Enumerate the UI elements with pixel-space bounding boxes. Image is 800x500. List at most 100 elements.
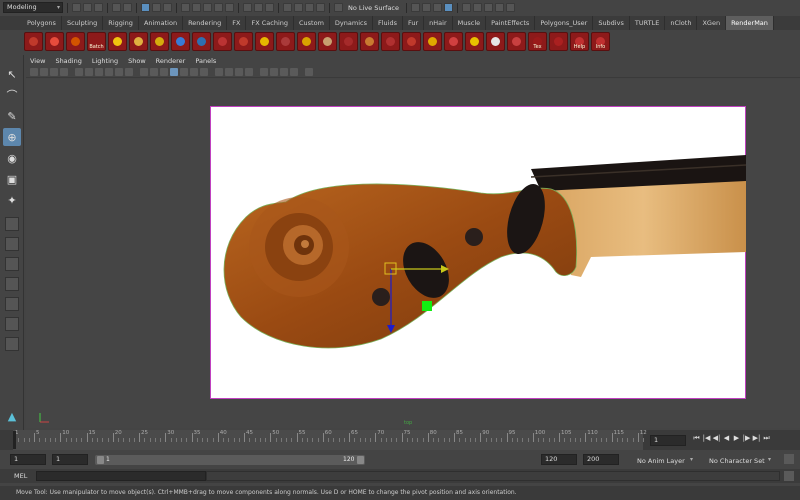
anim-layer-dropdown[interactable]: No Anim Layer bbox=[637, 457, 685, 465]
batch-render-icon[interactable]: Batch bbox=[87, 31, 106, 51]
snap-point-icon[interactable] bbox=[203, 3, 212, 12]
shadows-icon[interactable] bbox=[200, 67, 208, 76]
image-plane-icon[interactable] bbox=[60, 67, 68, 76]
shelf-tab-animation[interactable]: Animation bbox=[139, 16, 184, 30]
textured-icon[interactable] bbox=[180, 67, 188, 76]
flip-icon[interactable] bbox=[402, 31, 421, 51]
script-editor-icon[interactable] bbox=[784, 471, 794, 481]
field-chart-icon[interactable] bbox=[115, 67, 123, 76]
gamma-icon[interactable] bbox=[305, 67, 313, 76]
playback-start-field[interactable]: 1 bbox=[52, 454, 88, 465]
two-column-layout-icon[interactable] bbox=[5, 317, 19, 331]
play-backwards-icon[interactable]: ◀ bbox=[722, 434, 731, 443]
lasso-tool-icon[interactable]: ⌒ bbox=[3, 86, 21, 104]
render-settings-icon[interactable] bbox=[24, 31, 43, 51]
undo-icon[interactable] bbox=[112, 3, 121, 12]
play-forwards-icon[interactable]: ▶ bbox=[732, 434, 741, 443]
anim-layer-chevron-icon[interactable]: ▾ bbox=[690, 456, 693, 463]
blue-sphere-icon[interactable] bbox=[192, 31, 211, 51]
output-ops-icon[interactable] bbox=[254, 3, 263, 12]
character-set-dropdown[interactable]: No Character Set bbox=[709, 457, 765, 465]
shader-ball-icon[interactable] bbox=[234, 31, 253, 51]
hair-icon[interactable] bbox=[381, 31, 400, 51]
active-toggle-icon[interactable] bbox=[444, 3, 454, 12]
motion-blur-icon[interactable] bbox=[225, 67, 233, 76]
hypershade-layout-icon[interactable] bbox=[5, 297, 19, 311]
channel-box-icon[interactable] bbox=[484, 3, 494, 12]
end-time-field[interactable]: 200 bbox=[583, 454, 619, 465]
film-gate-icon[interactable] bbox=[85, 67, 93, 76]
camera-icon[interactable] bbox=[30, 67, 38, 76]
render-view-icon[interactable] bbox=[283, 3, 292, 12]
command-input[interactable] bbox=[36, 471, 206, 481]
start-time-field[interactable]: 1 bbox=[10, 454, 46, 465]
wave-icon[interactable] bbox=[549, 31, 568, 51]
multisample-aa-icon[interactable] bbox=[235, 67, 243, 76]
default-material-icon[interactable] bbox=[160, 67, 168, 76]
screen-space-ao-icon[interactable] bbox=[215, 67, 223, 76]
scale-tool-icon[interactable]: ▣ bbox=[3, 170, 21, 188]
move-tool-icon[interactable]: ⊕ bbox=[3, 128, 21, 146]
go-to-end-icon[interactable]: ⏭ bbox=[762, 434, 771, 443]
go-to-start-icon[interactable]: ⏮ bbox=[692, 434, 701, 443]
eye-icon[interactable] bbox=[108, 31, 127, 51]
redo-icon[interactable] bbox=[123, 3, 132, 12]
shelf-tab-dynamics[interactable]: Dynamics bbox=[330, 16, 373, 30]
shelf-bars-icon[interactable] bbox=[318, 31, 337, 51]
step-forward-key-icon[interactable]: ▶| bbox=[752, 434, 761, 443]
tool-settings-icon[interactable] bbox=[506, 3, 516, 12]
locator-icon[interactable] bbox=[444, 31, 463, 51]
wireframe-icon[interactable] bbox=[140, 67, 148, 76]
gift-icon[interactable] bbox=[360, 31, 379, 51]
gate-mask-icon[interactable] bbox=[105, 67, 113, 76]
select-object-icon[interactable] bbox=[152, 3, 161, 12]
shelf-tab-custom[interactable]: Custom bbox=[294, 16, 330, 30]
soft-select-icon[interactable] bbox=[433, 3, 443, 12]
globals-icon[interactable] bbox=[129, 31, 148, 51]
current-frame-field[interactable]: 1 bbox=[650, 435, 686, 446]
shelf-tab-renderman[interactable]: RenderMan bbox=[726, 16, 774, 30]
render-current-frame-icon[interactable] bbox=[45, 31, 64, 51]
time-slider[interactable]: 1 5 10 15 20 25 30 35 40 45 50 55 60 65 70 75 80 85 90 95 10… bbox=[13, 430, 647, 450]
panel-menu-shading[interactable]: Shading bbox=[55, 57, 81, 65]
panel-menu-show[interactable]: Show bbox=[128, 57, 146, 65]
input-ops-icon[interactable] bbox=[243, 3, 252, 12]
range-slider[interactable]: 1 120 bbox=[95, 455, 365, 465]
xray-components-icon[interactable] bbox=[290, 67, 298, 76]
paint-icon[interactable] bbox=[473, 3, 483, 12]
render-settings-status-icon[interactable] bbox=[316, 3, 325, 12]
light-icon[interactable] bbox=[150, 31, 169, 51]
shelf-tab-fur[interactable]: Fur bbox=[403, 16, 425, 30]
ring-icon[interactable] bbox=[213, 31, 232, 51]
shelf-tab-rigging[interactable]: Rigging bbox=[103, 16, 139, 30]
open-scene-icon[interactable] bbox=[83, 3, 92, 12]
range-start-handle[interactable] bbox=[97, 456, 104, 464]
constellation-icon[interactable] bbox=[465, 31, 484, 51]
attribute-editor-icon[interactable] bbox=[495, 3, 505, 12]
panel-menu-view[interactable]: View bbox=[30, 57, 45, 65]
save-scene-icon[interactable] bbox=[94, 3, 103, 12]
auto-key-icon[interactable] bbox=[784, 454, 794, 464]
panel-menu-panels[interactable]: Panels bbox=[195, 57, 216, 65]
grid-toggle-icon[interactable] bbox=[75, 67, 83, 76]
command-language-label[interactable]: MEL bbox=[14, 472, 27, 480]
select-hierarchy-icon[interactable] bbox=[141, 3, 150, 12]
shelf-tab-painteffects[interactable]: PaintEffects bbox=[486, 16, 536, 30]
material-icon[interactable] bbox=[339, 31, 358, 51]
menu-set-dropdown[interactable]: Modeling bbox=[3, 2, 63, 13]
render-frame-icon[interactable] bbox=[294, 3, 303, 12]
wireframe-on-shaded-icon[interactable] bbox=[170, 67, 178, 76]
sun-icon[interactable] bbox=[297, 31, 316, 51]
dome-light-icon[interactable] bbox=[276, 31, 295, 51]
paint-select-tool-icon[interactable]: ✎ bbox=[3, 107, 21, 125]
snap-curve-icon[interactable] bbox=[192, 3, 201, 12]
xray-mode-icon[interactable] bbox=[270, 67, 278, 76]
shelf-tab-xgen[interactable]: XGen bbox=[697, 16, 727, 30]
info-icon[interactable]: Info bbox=[591, 31, 610, 51]
step-back-frame-icon[interactable]: ◀| bbox=[712, 434, 721, 443]
shelf-tab-nhair[interactable]: nHair bbox=[424, 16, 453, 30]
depth-of-field-icon[interactable] bbox=[245, 67, 253, 76]
safe-action-icon[interactable] bbox=[125, 67, 133, 76]
isolate-select-icon[interactable] bbox=[260, 67, 268, 76]
snap-surface-icon[interactable] bbox=[225, 3, 234, 12]
